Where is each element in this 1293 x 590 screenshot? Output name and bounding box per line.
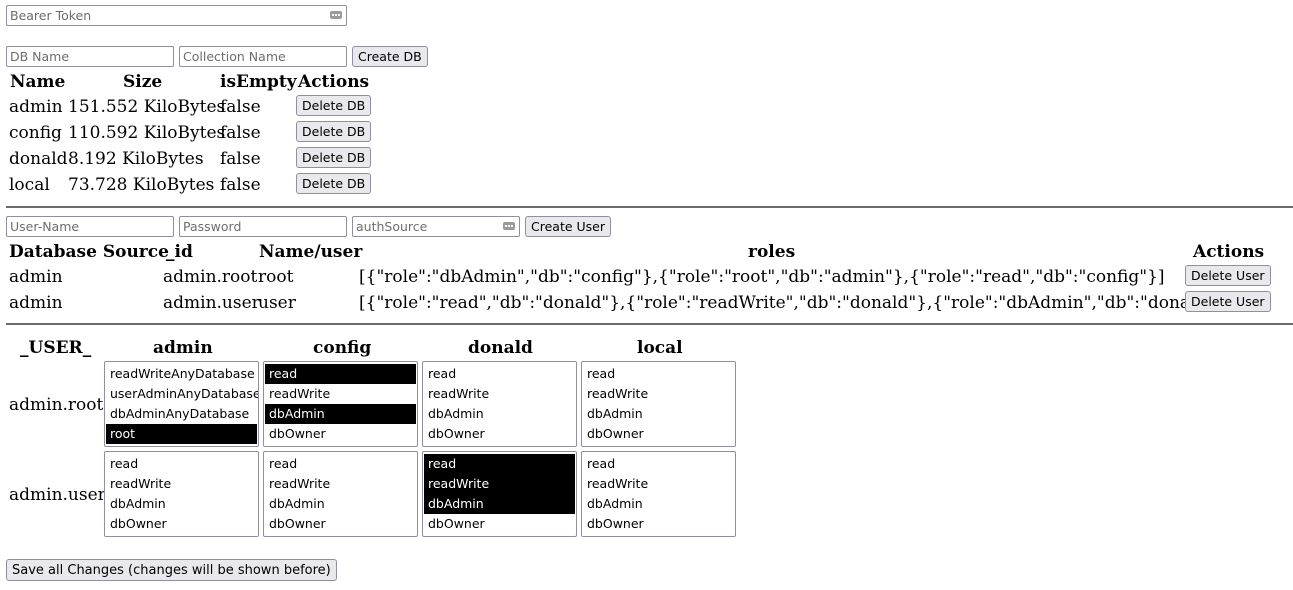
users-header-actions: Actions (1193, 242, 1265, 262)
role-option[interactable]: readWrite (265, 384, 416, 404)
section-divider (6, 323, 1293, 325)
db-isempty: false (220, 149, 261, 169)
db-isempty: false (220, 175, 261, 195)
role-multiselect[interactable]: read readWrite dbAdmin dbOwner (581, 361, 736, 447)
db-name: local (9, 175, 50, 195)
db-size: 8.192 KiloBytes (68, 149, 204, 169)
delete-db-button[interactable]: Delete DB (296, 95, 372, 116)
role-option[interactable]: dbOwner (424, 514, 575, 534)
user-name: user (258, 293, 296, 313)
db-size: 73.728 KiloBytes (68, 175, 215, 195)
users-header-roles: roles (748, 242, 796, 262)
password-input[interactable] (179, 216, 347, 237)
db-header-isempty: isEmpty (220, 72, 297, 92)
delete-db-button[interactable]: Delete DB (296, 173, 372, 194)
delete-user-button[interactable]: Delete User (1185, 265, 1271, 286)
role-multiselect[interactable]: read readWrite dbAdmin dbOwner (263, 451, 418, 537)
delete-db-button[interactable]: Delete DB (296, 147, 372, 168)
authsource-input[interactable] (352, 216, 520, 237)
matrix-header-db: config (313, 338, 372, 358)
keyboard-icon (503, 222, 515, 230)
role-option[interactable]: dbAdmin (424, 494, 575, 514)
role-option[interactable]: readWrite (424, 474, 575, 494)
role-multiselect[interactable]: read readWrite dbAdmin dbOwner (263, 361, 418, 447)
bearer-token-input[interactable] (6, 5, 347, 26)
db-name: config (9, 123, 62, 143)
role-option[interactable]: dbAdmin (265, 404, 416, 424)
db-name: admin (9, 97, 63, 117)
db-isempty: false (220, 123, 261, 143)
db-size: 110.592 KiloBytes (68, 123, 226, 143)
section-divider (6, 206, 1293, 208)
create-user-button[interactable]: Create User (525, 216, 611, 237)
user-roles: [{"role":"read","db":"donald"},{"role":"… (359, 293, 1232, 313)
db-isempty: false (220, 97, 261, 117)
delete-user-button[interactable]: Delete User (1185, 291, 1271, 312)
db-name: donald (9, 149, 68, 169)
role-option[interactable]: dbOwner (265, 424, 416, 444)
role-option[interactable]: read (583, 364, 734, 384)
role-option[interactable]: readWrite (583, 474, 734, 494)
role-option[interactable]: read (106, 454, 257, 474)
role-option[interactable]: readWrite (265, 474, 416, 494)
user-id: admin.root (163, 267, 258, 287)
user-source: admin (9, 267, 63, 287)
create-db-button[interactable]: Create DB (352, 46, 428, 67)
role-multiselect[interactable]: read readWrite dbAdmin dbOwner (422, 361, 577, 447)
role-option[interactable]: read (265, 364, 416, 384)
role-multiselect[interactable]: readWriteAnyDatabase userAdminAnyDatabase… (104, 361, 259, 447)
db-header-name: Name (10, 72, 66, 92)
role-option[interactable]: read (583, 454, 734, 474)
role-option[interactable]: dbAdmin (106, 494, 257, 514)
role-option[interactable]: root (106, 424, 257, 444)
matrix-header-db: donald (468, 338, 533, 358)
matrix-user-label: admin.root (9, 395, 104, 415)
save-changes-button[interactable]: Save all Changes (changes will be shown … (6, 559, 337, 581)
role-multiselect[interactable]: read readWrite dbAdmin dbOwner (422, 451, 577, 537)
role-option[interactable]: dbAdmin (583, 494, 734, 514)
role-option[interactable]: dbAdmin (424, 404, 575, 424)
users-header-source: Database Source (9, 242, 169, 262)
users-header-name: Name/user (259, 242, 363, 262)
role-option[interactable]: readWriteAnyDatabase (106, 364, 257, 384)
role-multiselect[interactable]: read readWrite dbAdmin dbOwner (581, 451, 736, 537)
matrix-user-label: admin.user (9, 485, 106, 505)
role-option[interactable]: dbOwner (583, 424, 734, 444)
role-option[interactable]: read (424, 364, 575, 384)
role-option[interactable]: dbOwner (424, 424, 575, 444)
user-id: admin.user (163, 293, 260, 313)
db-name-input[interactable] (6, 46, 174, 67)
username-input[interactable] (6, 216, 174, 237)
matrix-header-db: local (637, 338, 683, 358)
role-option[interactable]: dbOwner (265, 514, 416, 534)
role-option[interactable]: dbOwner (106, 514, 257, 534)
role-option[interactable]: dbAdmin (583, 404, 734, 424)
delete-db-button[interactable]: Delete DB (296, 121, 372, 142)
role-option[interactable]: read (265, 454, 416, 474)
role-option[interactable]: userAdminAnyDatabase (106, 384, 258, 404)
keyboard-icon (330, 11, 342, 19)
role-option[interactable]: readWrite (583, 384, 734, 404)
users-header-id: _id (166, 242, 193, 262)
user-source: admin (9, 293, 63, 313)
role-option[interactable]: dbOwner (583, 514, 734, 534)
matrix-header-db: admin (153, 338, 213, 358)
role-option[interactable]: readWrite (424, 384, 575, 404)
matrix-header-user: _USER_ (20, 338, 92, 358)
role-multiselect[interactable]: read readWrite dbAdmin dbOwner (104, 451, 259, 537)
collection-name-input[interactable] (179, 46, 347, 67)
role-option[interactable]: dbAdminAnyDatabase (106, 404, 257, 424)
db-header-actions: Actions (298, 72, 370, 92)
role-option[interactable]: dbAdmin (265, 494, 416, 514)
db-header-size: Size (123, 72, 163, 92)
role-option[interactable]: read (424, 454, 575, 474)
user-name: root (258, 267, 294, 287)
role-option[interactable]: readWrite (106, 474, 257, 494)
user-roles: [{"role":"dbAdmin","db":"config"},{"role… (359, 267, 1165, 287)
db-size: 151.552 KiloBytes (68, 97, 226, 117)
